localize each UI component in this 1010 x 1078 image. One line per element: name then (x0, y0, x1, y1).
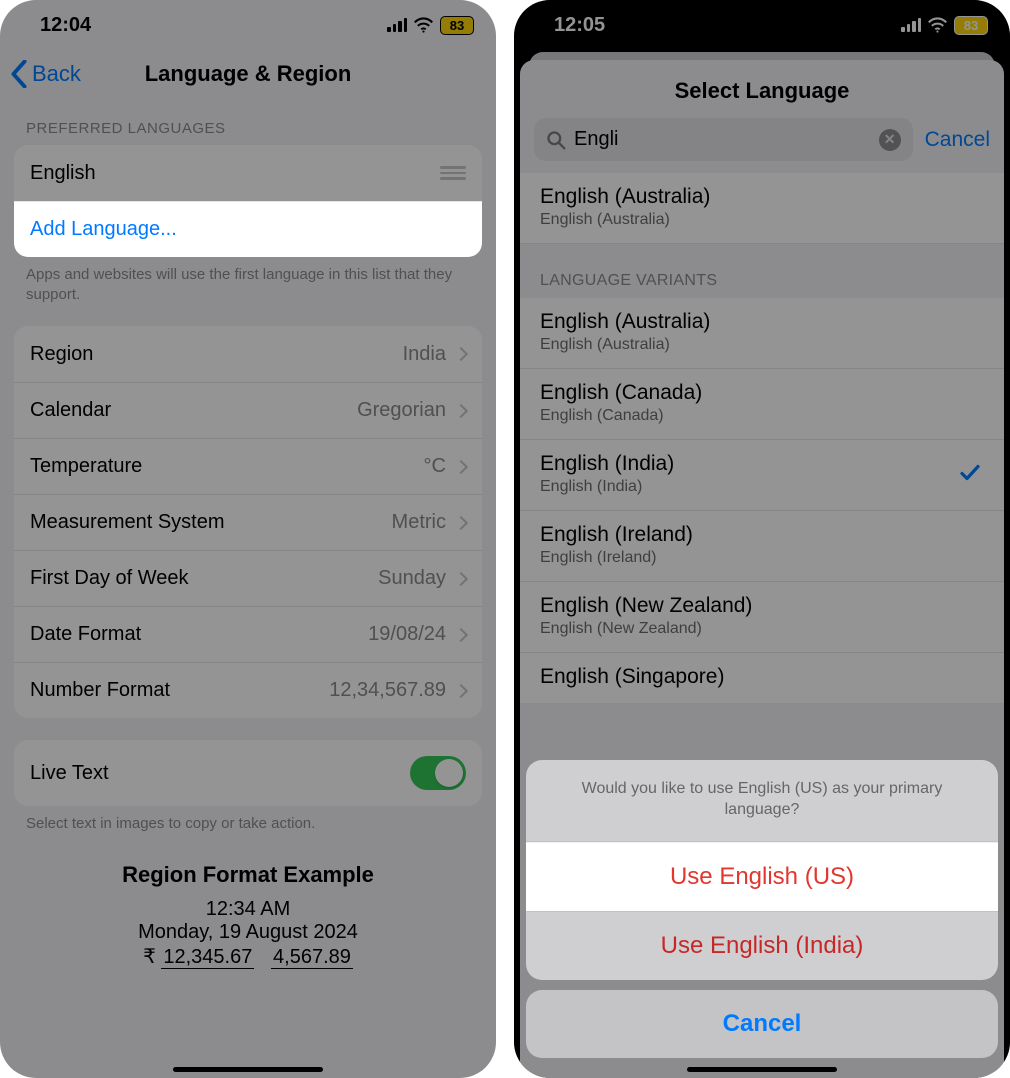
cellular-icon (387, 18, 407, 32)
action-sheet: Would you like to use English (US) as yo… (526, 760, 998, 1058)
back-label: Back (32, 61, 81, 87)
search-cancel-button[interactable]: Cancel (925, 128, 990, 152)
search-input[interactable] (574, 128, 871, 151)
chevron-right-icon (454, 683, 468, 697)
wifi-icon (927, 17, 948, 33)
use-english-india-button[interactable]: Use English (India) (526, 911, 998, 980)
nav-bar: Back Language & Region (0, 50, 496, 98)
list-item[interactable]: English (Singapore) (520, 653, 1004, 703)
action-sheet-cancel-button[interactable]: Cancel (526, 990, 998, 1058)
list-section-header: LANGUAGE VARIANTS (520, 244, 1004, 298)
dateformat-row[interactable]: Date Format 19/08/24 (14, 606, 482, 662)
temperature-row[interactable]: Temperature °C (14, 438, 482, 494)
cellular-icon (901, 18, 921, 32)
clear-icon[interactable]: ✕ (879, 129, 901, 151)
section-header: PREFERRED LANGUAGES (26, 120, 470, 137)
action-sheet-message: Would you like to use English (US) as yo… (526, 760, 998, 842)
chevron-right-icon (454, 459, 468, 473)
numberformat-row[interactable]: Number Format 12,34,567.89 (14, 662, 482, 718)
right-screenshot: 12:05 83 Select Language ✕ Cancel Englis… (514, 0, 1010, 1078)
page-title: Language & Region (145, 61, 352, 87)
status-time: 12:04 (40, 14, 91, 37)
list-item[interactable]: English (Ireland) English (Ireland) (520, 511, 1004, 582)
list-item[interactable]: English (Australia) English (Australia) (520, 298, 1004, 369)
live-text-footer: Select text in images to copy or take ac… (14, 806, 482, 834)
chevron-left-icon (10, 60, 28, 88)
language-row-english[interactable]: English (14, 145, 482, 201)
status-icons: 83 (387, 16, 474, 35)
preferred-languages-section: PREFERRED LANGUAGES English Add Language… (14, 120, 482, 304)
battery-icon: 83 (954, 16, 988, 35)
wifi-icon (413, 17, 434, 33)
status-bar: 12:05 83 (514, 0, 1010, 50)
search-field[interactable]: ✕ (534, 118, 913, 161)
checkmark-icon (958, 461, 982, 490)
region-row[interactable]: Region India (14, 326, 482, 382)
list-item[interactable]: English (Australia) English (Australia) (520, 173, 1004, 244)
sheet-title: Select Language (520, 60, 1004, 118)
language-list: English (Australia) English (Australia) … (520, 173, 1004, 703)
add-language-button[interactable]: Add Language... (14, 201, 482, 257)
list-item[interactable]: English (Canada) English (Canada) (520, 369, 1004, 440)
live-text-row[interactable]: Live Text (14, 740, 482, 806)
status-bar: 12:04 83 (0, 0, 496, 50)
home-indicator[interactable] (687, 1067, 837, 1072)
status-time: 12:05 (554, 14, 605, 37)
status-icons: 83 (901, 16, 988, 35)
calendar-row[interactable]: Calendar Gregorian (14, 382, 482, 438)
use-english-us-button[interactable]: Use English (US) (526, 842, 998, 911)
measurement-row[interactable]: Measurement System Metric (14, 494, 482, 550)
chevron-right-icon (454, 347, 468, 361)
reorder-handle-icon[interactable] (440, 166, 466, 180)
chevron-right-icon (454, 515, 468, 529)
live-text-toggle[interactable] (410, 756, 466, 790)
section-footer: Apps and websites will use the first lan… (14, 257, 482, 304)
search-icon (546, 130, 566, 150)
firstday-row[interactable]: First Day of Week Sunday (14, 550, 482, 606)
list-item[interactable]: English (India) English (India) (520, 440, 1004, 511)
back-button[interactable]: Back (10, 60, 81, 88)
language-label: English (30, 162, 96, 185)
search-row: ✕ Cancel (520, 118, 1004, 173)
chevron-right-icon (454, 627, 468, 641)
battery-icon: 83 (440, 16, 474, 35)
home-indicator[interactable] (173, 1067, 323, 1072)
left-screenshot: 12:04 83 Back Language & Region PREFERRE… (0, 0, 496, 1078)
list-item[interactable]: English (New Zealand) English (New Zeala… (520, 582, 1004, 653)
region-settings-section: Region India Calendar Gregorian Temperat… (14, 326, 482, 718)
region-format-example: Region Format Example 12:34 AM Monday, 1… (0, 862, 496, 969)
chevron-right-icon (454, 403, 468, 417)
live-text-section: Live Text Select text in images to copy … (14, 740, 482, 834)
chevron-right-icon (454, 571, 468, 585)
